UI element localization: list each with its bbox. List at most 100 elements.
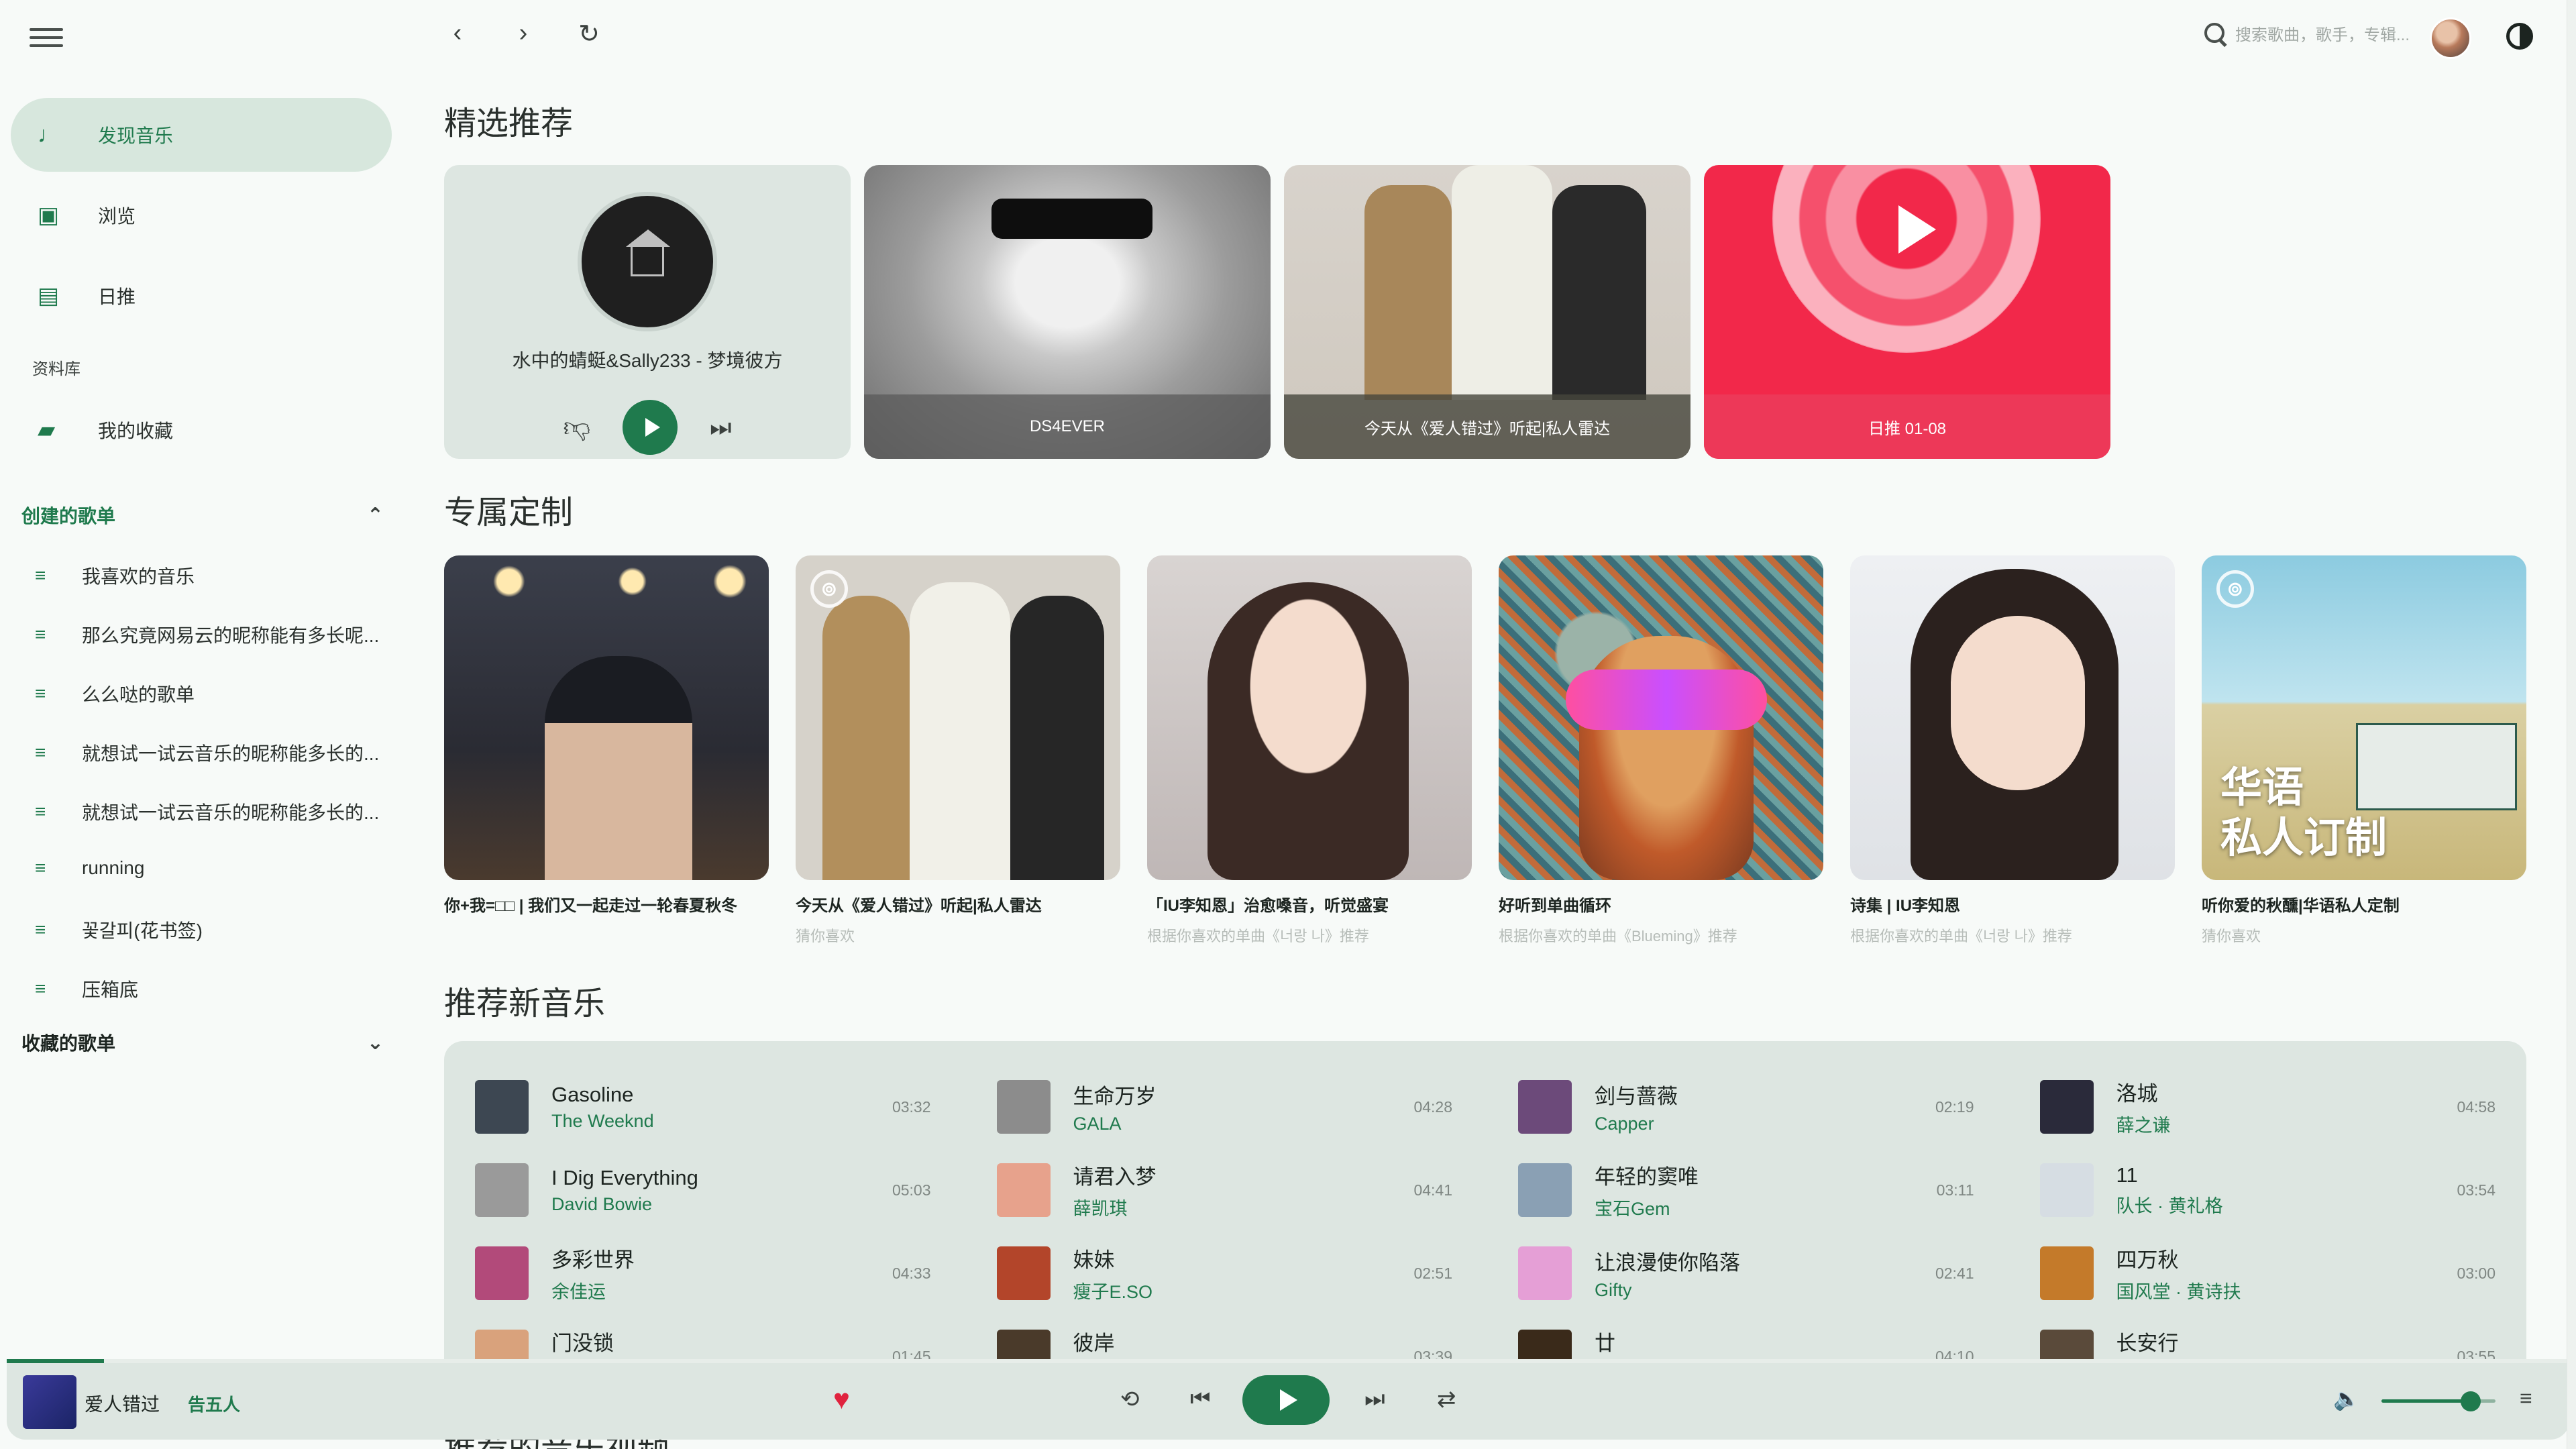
song-row[interactable]: 廿王一博04:10 — [1518, 1315, 1974, 1360]
song-cover[interactable] — [1518, 1246, 1572, 1300]
song-cover[interactable] — [996, 1080, 1051, 1134]
nav-discover[interactable]: ♩ 发现音乐 — [11, 98, 392, 172]
song-row[interactable]: 让浪漫使你陷落 Gifty 02:41 — [1518, 1232, 1974, 1315]
nav-favorites[interactable]: ▰ 我的收藏 — [11, 393, 392, 467]
song-title[interactable]: 剑与蔷薇 — [1595, 1079, 1935, 1110]
song-title[interactable]: 多彩世界 — [551, 1243, 892, 1273]
playlist-item[interactable]: ≡ running — [35, 857, 384, 879]
song-artist[interactable]: David Bowie — [551, 1194, 892, 1215]
song-title[interactable]: 让浪漫使你陷落 — [1595, 1246, 1935, 1276]
song-artist[interactable]: 薛凯琪 — [1073, 1194, 1414, 1220]
song-title[interactable]: 彼岸 — [1073, 1326, 1414, 1356]
now-playing-title[interactable]: 爱人错过 — [85, 1390, 160, 1417]
song-cover[interactable] — [475, 1330, 529, 1360]
song-artist[interactable]: Capper — [1595, 1114, 1935, 1134]
song-artist[interactable]: 余佳运 — [551, 1277, 892, 1303]
now-playing-cover[interactable] — [23, 1375, 76, 1429]
playlist-title[interactable]: 「IU李知恩」治愈嗓音，听觉盛宴 — [1147, 892, 1472, 916]
playlist-cover[interactable] — [1147, 555, 1472, 880]
song-cover[interactable] — [996, 1330, 1051, 1360]
theme-toggle-icon[interactable] — [2506, 23, 2533, 50]
song-cover[interactable] — [2039, 1246, 2094, 1300]
volume-knob[interactable] — [2460, 1391, 2481, 1411]
scrollbar[interactable] — [2567, 0, 2576, 1449]
chevron-down-icon[interactable]: ⌄ — [367, 1031, 384, 1055]
song-cover[interactable] — [2039, 1163, 2094, 1217]
playlist-item[interactable]: ≡ 我喜欢的音乐 — [35, 562, 384, 589]
song-row[interactable]: 生命万岁 GALA 04:28 — [996, 1065, 1452, 1148]
song-artist[interactable]: 国风堂 · 黄诗扶 — [2116, 1277, 2457, 1303]
song-artist[interactable]: 瘦子E.SO — [1073, 1277, 1414, 1303]
song-cover[interactable] — [475, 1246, 529, 1300]
song-title[interactable]: 年轻的窦唯 — [1595, 1160, 1937, 1190]
featured-card[interactable]: 今天从《爱人错过》听起|私人雷达 — [1284, 165, 1690, 459]
search-box[interactable]: 搜索歌曲，歌手，专辑... — [2202, 20, 2410, 46]
collected-playlists-header[interactable]: 收藏的歌单 ⌄ — [21, 1029, 384, 1056]
song-cover[interactable] — [1518, 1330, 1572, 1360]
song-cover[interactable] — [996, 1163, 1051, 1217]
personal-fm-card[interactable]: 水中的蜻蜓&Sally233 - 梦境彼方 👎︎ ⏭ — [444, 165, 851, 459]
song-title[interactable]: 廿 — [1595, 1326, 1935, 1356]
song-row[interactable]: 年轻的窦唯 宝石Gem 03:11 — [1518, 1148, 1974, 1232]
forward-icon[interactable]: › — [508, 19, 538, 49]
playlist-title[interactable]: 好听到单曲循环 — [1499, 892, 1823, 916]
playlist-cover[interactable]: ⊚ 华语 私人订制 — [2202, 555, 2526, 880]
created-playlists-header[interactable]: 创建的歌单 ⌃ — [21, 502, 384, 529]
song-title[interactable]: 四万秋 — [2116, 1243, 2457, 1273]
song-title[interactable]: 11 — [2116, 1163, 2457, 1187]
search-input[interactable]: 搜索歌曲，歌手，专辑... — [2235, 21, 2410, 45]
song-cover[interactable] — [475, 1080, 529, 1134]
avatar[interactable] — [2430, 17, 2471, 59]
song-artist[interactable]: Gifty — [1595, 1280, 1935, 1301]
song-row[interactable]: 请君入梦 薛凯琪 04:41 — [996, 1148, 1452, 1232]
song-row[interactable]: 多彩世界 余佳运 04:33 — [475, 1232, 931, 1315]
playlist-item[interactable]: ≡ 压箱底 — [35, 975, 384, 1002]
playlist-cover[interactable] — [1850, 555, 2175, 880]
playlist-title[interactable]: 今天从《爱人错过》听起|私人雷达 — [796, 892, 1120, 916]
playlist-item[interactable]: ≡ 那么究竟网易云的昵称能有多长呢... — [35, 621, 384, 648]
song-cover[interactable] — [1518, 1163, 1572, 1217]
search-icon[interactable] — [2202, 20, 2227, 46]
song-cover[interactable] — [2039, 1330, 2094, 1360]
song-title[interactable]: 门没锁 — [551, 1326, 892, 1356]
volume-icon[interactable]: 🔈 — [2333, 1386, 2360, 1411]
nav-browse[interactable]: ▣ 浏览 — [11, 178, 392, 252]
previous-icon[interactable]: ⏮ — [1190, 1386, 1211, 1412]
playlist-title[interactable]: 你+我=□□ | 我们又一起走过一轮春夏秋冬 — [444, 892, 769, 916]
chevron-up-icon[interactable]: ⌃ — [367, 504, 384, 527]
song-title[interactable]: 请君入梦 — [1073, 1160, 1414, 1190]
song-row[interactable]: 彼岸许飞03:39 — [996, 1315, 1452, 1360]
queue-icon[interactable]: ≡ — [2520, 1386, 2532, 1411]
heart-icon[interactable]: ♥ — [833, 1383, 850, 1415]
song-row[interactable]: 11 队长 · 黄礼格 03:54 — [2039, 1148, 2496, 1232]
playlist-title[interactable]: 听你爱的秋醺|华语私人定制 — [2202, 892, 2526, 916]
dislike-icon[interactable]: 👎︎ — [563, 411, 590, 443]
fm-play-button[interactable] — [623, 400, 678, 455]
song-cover[interactable] — [2039, 1080, 2094, 1134]
song-artist[interactable]: The Weeknd — [551, 1111, 892, 1132]
song-title[interactable]: 妹妹 — [1073, 1243, 1414, 1273]
shuffle-icon[interactable]: ⇄ — [1437, 1386, 1456, 1413]
song-cover[interactable] — [1518, 1080, 1572, 1134]
next-icon[interactable]: ⏭ — [1364, 1386, 1385, 1412]
song-row[interactable]: 洛城 薛之谦 04:58 — [2039, 1065, 2496, 1148]
song-row[interactable]: 四万秋 国风堂 · 黄诗扶 03:00 — [2039, 1232, 2496, 1315]
song-row[interactable]: I Dig Everything David Bowie 05:03 — [475, 1148, 931, 1232]
refresh-icon[interactable]: ↻ — [574, 19, 604, 49]
song-row[interactable]: 妹妹 瘦子E.SO 02:51 — [996, 1232, 1452, 1315]
playlist-item[interactable]: ≡ 么么哒的歌单 — [35, 680, 384, 707]
playlist-item[interactable]: ≡ 就想试一试云音乐的昵称能多长的... — [35, 739, 384, 766]
playlist-cover[interactable]: ⊚ — [796, 555, 1120, 880]
song-cover[interactable] — [996, 1246, 1051, 1300]
song-title[interactable]: Gasoline — [551, 1083, 892, 1107]
song-title[interactable]: I Dig Everything — [551, 1166, 892, 1190]
song-cover[interactable] — [475, 1163, 529, 1217]
song-row[interactable]: Gasoline The Weeknd 03:32 — [475, 1065, 931, 1148]
song-row[interactable]: 剑与蔷薇 Capper 02:19 — [1518, 1065, 1974, 1148]
daily-card[interactable]: 日推 01-08 — [1704, 165, 2110, 459]
nav-daily[interactable]: ▤ 日推 — [11, 259, 392, 333]
menu-icon[interactable] — [30, 24, 63, 51]
play-button[interactable] — [1242, 1375, 1330, 1425]
playlist-cover[interactable] — [1499, 555, 1823, 880]
now-playing-artist[interactable]: 告五人 — [188, 1391, 240, 1416]
